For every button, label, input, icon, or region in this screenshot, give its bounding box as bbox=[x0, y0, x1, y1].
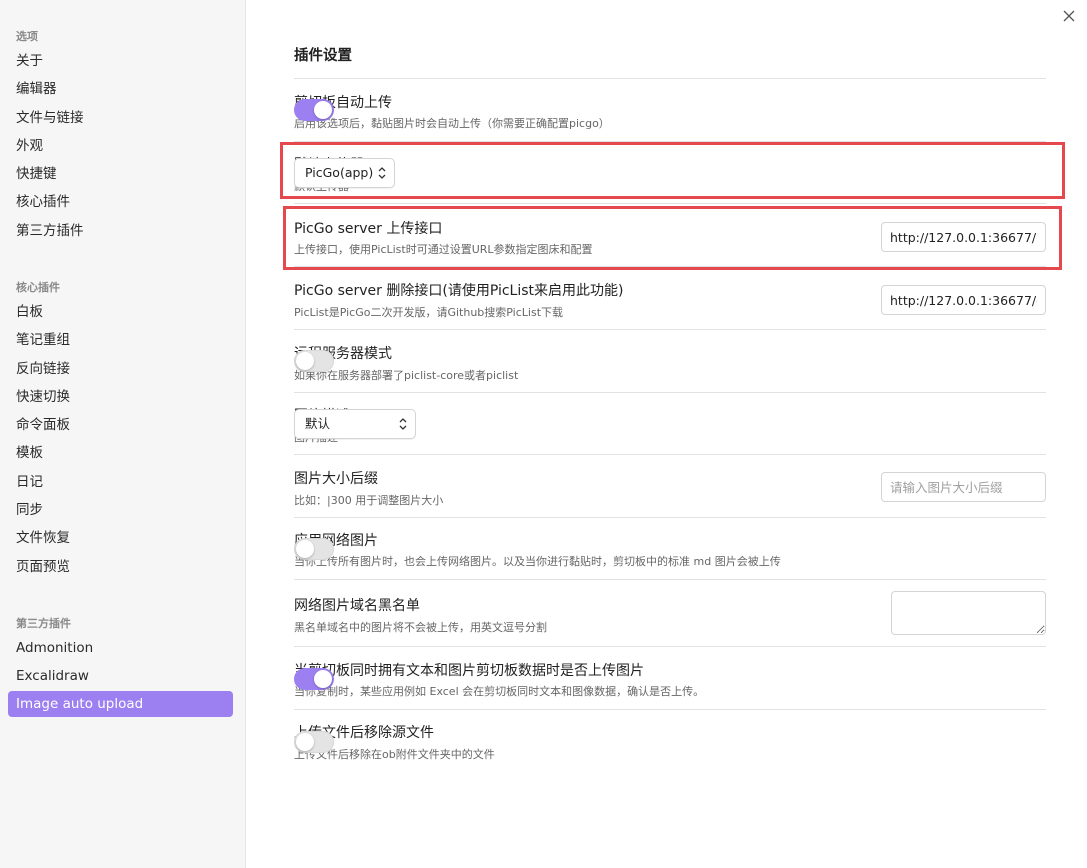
setting-apply-network-images: 应用网络图片 当你上传所有图片时，也会上传网络图片。以及当你进行黏贴时，剪切板中… bbox=[294, 518, 1046, 580]
setting-description: 上传接口，使用PicList时可通过设置URL参数指定图床和配置 bbox=[294, 243, 593, 256]
toggle-knob bbox=[314, 101, 332, 119]
setting-default-uploader: 默认上传器 默认上传器 PicGo(app) bbox=[294, 142, 1046, 204]
sidebar-group-core-plugins: 核心插件 白板 笔记重组 反向链接 快速切换 命令面板 模板 日记 同步 文件恢… bbox=[0, 278, 246, 581]
sidebar-item-sync[interactable]: 同步 bbox=[8, 496, 233, 524]
image-size-suffix-input[interactable] bbox=[881, 472, 1046, 502]
sidebar-item-page-preview[interactable]: 页面预览 bbox=[8, 553, 233, 581]
remove-source-file-toggle[interactable] bbox=[294, 731, 334, 753]
sidebar-item-backlinks[interactable]: 反向链接 bbox=[8, 355, 233, 383]
sidebar-item-note-composer[interactable]: 笔记重组 bbox=[8, 326, 233, 354]
toggle-knob bbox=[296, 352, 314, 370]
apply-network-images-toggle[interactable] bbox=[294, 538, 334, 560]
setting-name: 图片大小后缀 bbox=[294, 471, 378, 487]
sidebar-item-core-plugins[interactable]: 核心插件 bbox=[8, 188, 233, 216]
setting-description: 比如：|300 用于调整图片大小 bbox=[294, 494, 444, 507]
toggle-knob bbox=[296, 733, 314, 751]
upload-endpoint-input[interactable] bbox=[881, 222, 1046, 252]
sidebar-group-title: 第三方插件 bbox=[16, 617, 71, 630]
setting-delete-endpoint: PicGo server 删除接口(请使用PicList来启用此功能) PicL… bbox=[294, 267, 1046, 330]
sidebar-group-options: 选项 关于 编辑器 文件与链接 外观 快捷键 核心插件 第三方插件 bbox=[0, 27, 246, 245]
sidebar-item-hotkeys[interactable]: 快捷键 bbox=[8, 160, 233, 188]
setting-remote-server-mode: 远程服务器模式 如果你在服务器部署了piclist-core或者piclist bbox=[294, 330, 1046, 393]
setting-image-description: 图片描述 图片描述 默认 bbox=[294, 393, 1046, 455]
sidebar-item-canvas[interactable]: 白板 bbox=[8, 298, 233, 326]
setting-upload-image-with-text: 当剪切板同时拥有文本和图片剪切板数据时是否上传图片 当你复制时，某些应用例如 E… bbox=[294, 647, 1046, 710]
default-uploader-select[interactable]: PicGo(app) bbox=[294, 158, 395, 188]
select-value: PicGo(app) bbox=[305, 165, 374, 180]
clipboard-auto-upload-toggle[interactable] bbox=[294, 99, 334, 121]
toggle-knob bbox=[314, 670, 332, 688]
sidebar-item-quick-switcher[interactable]: 快速切换 bbox=[8, 383, 233, 411]
sidebar-item-files-links[interactable]: 文件与链接 bbox=[8, 104, 233, 132]
remote-server-mode-toggle[interactable] bbox=[294, 350, 334, 372]
setting-description: 当你复制时，某些应用例如 Excel 会在剪切板同时文本和图像数据，确认是否上传… bbox=[294, 685, 705, 698]
sidebar-item-community-plugins[interactable]: 第三方插件 bbox=[8, 217, 233, 245]
setting-image-size-suffix: 图片大小后缀 比如：|300 用于调整图片大小 bbox=[294, 455, 1046, 518]
close-button[interactable] bbox=[1059, 6, 1079, 26]
setting-upload-endpoint: PicGo server 上传接口 上传接口，使用PicList时可通过设置UR… bbox=[294, 204, 1046, 267]
close-icon bbox=[1063, 10, 1075, 22]
chevron-up-down-icon bbox=[399, 418, 407, 430]
sidebar-item-excalidraw[interactable]: Excalidraw bbox=[8, 662, 233, 690]
page-title: 插件设置 bbox=[294, 48, 352, 64]
setting-description: 启用该选项后，黏贴图片时会自动上传（你需要正确配置picgo） bbox=[294, 117, 610, 130]
delete-endpoint-input[interactable] bbox=[881, 285, 1046, 315]
sidebar-group-title: 选项 bbox=[16, 30, 38, 43]
sidebar-item-file-recovery[interactable]: 文件恢复 bbox=[8, 524, 233, 552]
domain-blacklist-textarea[interactable] bbox=[891, 591, 1046, 635]
setting-remove-source-file: 上传文件后移除源文件 上传文件后移除在ob附件文件夹中的文件 bbox=[294, 710, 1046, 773]
setting-description: 黑名单域名中的图片将不会被上传，用英文逗号分割 bbox=[294, 621, 547, 634]
chevron-up-down-icon bbox=[378, 167, 386, 179]
select-value: 默认 bbox=[305, 416, 331, 431]
sidebar-group-title: 核心插件 bbox=[16, 281, 60, 294]
sidebar-item-about[interactable]: 关于 bbox=[8, 47, 233, 75]
sidebar-item-templates[interactable]: 模板 bbox=[8, 439, 233, 467]
sidebar-group-community-plugins: 第三方插件 Admonition Excalidraw Image auto u… bbox=[0, 614, 246, 717]
settings-sidebar: 选项 关于 编辑器 文件与链接 外观 快捷键 核心插件 第三方插件 核心插件 白… bbox=[0, 0, 246, 868]
sidebar-item-daily-notes[interactable]: 日记 bbox=[8, 468, 233, 496]
setting-name: PicGo server 删除接口(请使用PicList来启用此功能) bbox=[294, 283, 624, 299]
image-description-select[interactable]: 默认 bbox=[294, 409, 416, 439]
sidebar-item-command-palette[interactable]: 命令面板 bbox=[8, 411, 233, 439]
setting-name: PicGo server 上传接口 bbox=[294, 221, 443, 237]
setting-description: PicList是PicGo二次开发版，请Github搜索PicList下载 bbox=[294, 306, 564, 319]
sidebar-item-image-auto-upload[interactable]: Image auto upload bbox=[8, 690, 233, 717]
setting-name: 网络图片域名黑名单 bbox=[294, 598, 420, 614]
sidebar-item-editor[interactable]: 编辑器 bbox=[8, 75, 233, 103]
setting-name: 当剪切板同时拥有文本和图片剪切板数据时是否上传图片 bbox=[294, 663, 644, 679]
setting-domain-blacklist: 网络图片域名黑名单 黑名单域名中的图片将不会被上传，用英文逗号分割 bbox=[294, 580, 1046, 647]
upload-image-with-text-toggle[interactable] bbox=[294, 668, 334, 690]
toggle-knob bbox=[296, 540, 314, 558]
setting-description: 当你上传所有图片时，也会上传网络图片。以及当你进行黏贴时，剪切板中的标准 md … bbox=[294, 555, 781, 568]
setting-clipboard-auto-upload: 剪切板自动上传 启用该选项后，黏贴图片时会自动上传（你需要正确配置picgo） bbox=[294, 79, 1046, 142]
sidebar-item-admonition[interactable]: Admonition bbox=[8, 634, 233, 662]
sidebar-item-appearance[interactable]: 外观 bbox=[8, 132, 233, 160]
